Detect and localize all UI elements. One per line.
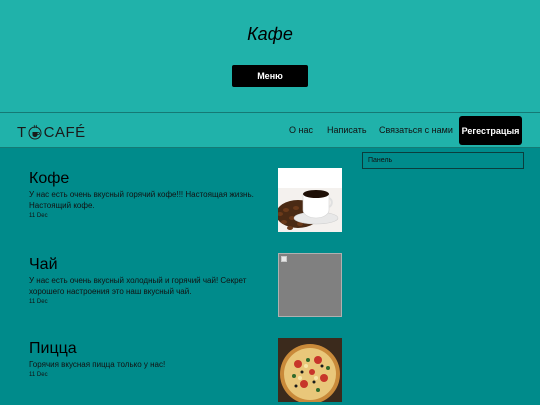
broken-image-icon (281, 256, 287, 262)
post-date: 11 Dec (29, 299, 48, 305)
menu-button[interactable]: Меню (232, 65, 308, 87)
coffee-cup-icon (28, 124, 42, 140)
post-text: У нас есть очень вкусный горячий кофе!!!… (29, 190, 254, 210)
post-title: Пицца (29, 340, 77, 357)
tea-image-broken (278, 253, 342, 317)
side-panel[interactable]: Панель (362, 152, 524, 169)
logo-text-right: CAFÉ (43, 123, 86, 141)
post-tea: Чай У нас есть очень вкусный холодный и … (29, 256, 269, 305)
post-pizza: Пицца Горячия вкусная пицца только у нас… (29, 340, 269, 378)
nav-link-about[interactable]: О нас (289, 113, 313, 147)
coffee-image (278, 168, 342, 232)
pizza-image (278, 338, 342, 402)
register-button[interactable]: Регестрацыя (459, 116, 522, 145)
navbar: T CAFÉ О нас Написать Связаться с нами Р… (0, 112, 540, 148)
post-coffee: Кофе У нас есть очень вкусный горячий ко… (29, 170, 269, 219)
hero-section: Кафе Меню (0, 0, 540, 112)
post-date: 11 Dec (29, 372, 48, 378)
post-title: Чай (29, 256, 58, 273)
post-text: Горячия вкусная пицца только у нас! (29, 360, 166, 369)
nav-link-write[interactable]: Написать (327, 113, 367, 147)
nav-link-contact[interactable]: Связаться с нами (379, 113, 453, 147)
post-date: 11 Dec (29, 213, 48, 219)
panel-label: Панель (368, 157, 393, 164)
logo-text-left: T (17, 123, 27, 141)
post-text: У нас есть очень вкусный холодный и горя… (29, 276, 247, 296)
hero-title: Кафе (247, 24, 293, 44)
logo[interactable]: T CAFÉ (17, 122, 86, 142)
post-title: Кофе (29, 170, 70, 187)
